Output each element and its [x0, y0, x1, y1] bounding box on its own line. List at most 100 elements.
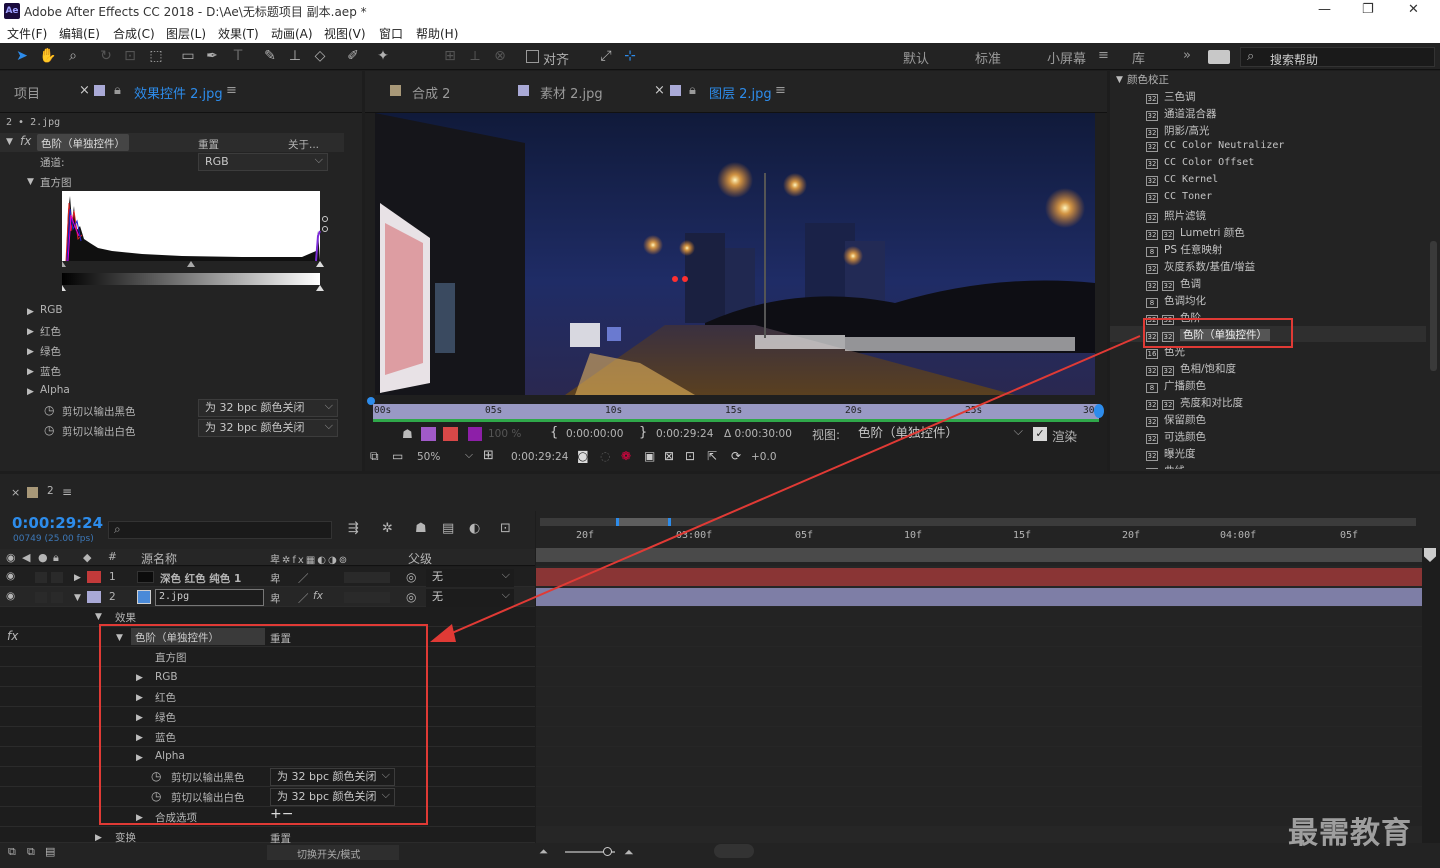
- effect-item[interactable]: 32 CC Toner: [1146, 191, 1212, 203]
- switch-boxes[interactable]: [344, 572, 390, 583]
- motion-blur-icon[interactable]: ◐: [469, 521, 480, 536]
- red-expand-icon[interactable]: ▶: [27, 327, 34, 337]
- effect-item[interactable]: 8 PS 任意映射: [1146, 242, 1222, 257]
- layer-name[interactable]: 深色 红色 纯色 1: [160, 571, 241, 586]
- transparency-grid-icon[interactable]: ⊠: [664, 449, 674, 463]
- effect-item[interactable]: 8 广播颜色: [1146, 378, 1206, 393]
- fx-icon[interactable]: fx: [20, 134, 31, 148]
- maximize-icon[interactable]: ❐: [1362, 2, 1374, 17]
- rectangle-tool-icon[interactable]: ▭: [178, 46, 198, 66]
- tab-project[interactable]: 项目: [14, 83, 40, 102]
- menu-effect[interactable]: 效果(T): [218, 25, 259, 42]
- toggle-switches-modes-button[interactable]: 切换开关/模式: [267, 845, 399, 861]
- transform-expand-icon[interactable]: ▶: [95, 833, 102, 843]
- panel-menu-icon[interactable]: ≡: [775, 83, 786, 98]
- fx-switch-icon[interactable]: fx: [313, 590, 323, 602]
- snapshot-region-icon[interactable]: ⧉: [370, 449, 379, 464]
- type-tool-icon[interactable]: T: [228, 46, 248, 66]
- puppet-pin-tool-icon[interactable]: ✦: [373, 46, 393, 66]
- effect-item[interactable]: 8 色调均化: [1146, 293, 1206, 308]
- menu-file[interactable]: 文件(F): [7, 25, 47, 42]
- roto-brush-tool-icon[interactable]: ✐: [343, 46, 363, 66]
- toggle-modes-icon[interactable]: ⧉: [27, 845, 35, 859]
- keyboard-icon[interactable]: [1208, 50, 1230, 64]
- workspace-standard[interactable]: 标准: [975, 48, 1001, 67]
- shy-icon[interactable]: ☗: [415, 521, 427, 536]
- region-icon[interactable]: ▣: [644, 449, 655, 463]
- effect-item[interactable]: 32 曝光度: [1146, 446, 1196, 461]
- close-tab-icon[interactable]: ×: [654, 83, 665, 98]
- show-snapshot-icon[interactable]: ◌: [600, 449, 610, 463]
- close-icon[interactable]: ✕: [1408, 2, 1419, 17]
- layer-label-color[interactable]: [87, 571, 101, 583]
- solo-toggle[interactable]: [35, 572, 47, 583]
- tab-effect-controls[interactable]: 效果控件 2.jpg: [134, 83, 223, 102]
- zoom-slider-handle[interactable]: [603, 847, 612, 856]
- effect-item[interactable]: 32 曲线: [1146, 463, 1185, 469]
- pick-whip-icon[interactable]: ◎: [406, 590, 416, 604]
- flowchart-icon[interactable]: ⇱: [707, 449, 717, 463]
- tab-footage[interactable]: 素材 2.jpg: [540, 83, 603, 102]
- camera-tool-icon[interactable]: ⊡: [120, 46, 140, 66]
- workspace-menu-icon[interactable]: ≡: [1098, 48, 1109, 63]
- align-icon[interactable]: ⊞: [440, 46, 460, 66]
- effect-item[interactable]: 32 阴影/高光: [1146, 123, 1210, 138]
- scrollbar[interactable]: [1430, 241, 1437, 371]
- parent-dropdown[interactable]: 无: [426, 587, 514, 607]
- parent-dropdown[interactable]: 无: [426, 567, 514, 587]
- menu-animation[interactable]: 动画(A): [271, 25, 313, 42]
- workspace-default[interactable]: 默认: [903, 48, 929, 67]
- motion-icon[interactable]: [443, 427, 458, 441]
- effect-item[interactable]: 32 三色调: [1146, 89, 1196, 104]
- stopwatch-icon[interactable]: ◷: [44, 423, 54, 437]
- axis-icon[interactable]: ⟂: [465, 46, 485, 66]
- clip-black-dropdown[interactable]: 为 32 bpc 颜色关闭: [198, 398, 338, 417]
- channel-dropdown[interactable]: RGB: [198, 152, 328, 171]
- snap-checkbox[interactable]: [526, 50, 539, 63]
- menu-edit[interactable]: 编辑(E): [59, 25, 100, 42]
- green-expand-icon[interactable]: ▶: [27, 347, 34, 357]
- visibility-icon[interactable]: ◉: [6, 590, 15, 602]
- resolution-icon[interactable]: ⊞: [483, 448, 494, 463]
- parent-header[interactable]: 父级: [408, 550, 432, 567]
- playhead-handle[interactable]: [1094, 404, 1104, 418]
- snap-target-icon[interactable]: ⊹: [620, 46, 640, 66]
- close-tab-icon[interactable]: ×: [79, 83, 90, 98]
- effect-item[interactable]: 32 保留颜色: [1146, 412, 1206, 427]
- effect-item[interactable]: 32 灰度系数/基值/增益: [1146, 259, 1255, 274]
- horizontal-scrollbar[interactable]: [714, 844, 754, 858]
- effect-item[interactable]: 32 照片滤镜: [1146, 208, 1206, 223]
- fx-icon[interactable]: fx: [7, 629, 18, 643]
- help-search-input[interactable]: ⌕ 搜索帮助: [1240, 47, 1435, 67]
- reset-link[interactable]: 重置: [198, 137, 219, 152]
- clip-white-dropdown[interactable]: 为 32 bpc 颜色关闭: [198, 418, 338, 437]
- shy-switch-icon[interactable]: 卑: [270, 571, 281, 586]
- quality-switch-icon[interactable]: ／: [298, 591, 309, 606]
- effect-item[interactable]: 32 CC Kernel: [1146, 174, 1218, 186]
- draft-3d-icon[interactable]: ✲: [382, 521, 393, 536]
- solo-toggle[interactable]: [35, 592, 47, 603]
- alpha-expand-icon[interactable]: ▶: [27, 387, 34, 397]
- pen-tool-icon[interactable]: ✒: [202, 46, 222, 66]
- switch-boxes[interactable]: [344, 592, 390, 603]
- effect-item[interactable]: 32 CC Color Neutralizer: [1146, 140, 1284, 152]
- lock-icon[interactable]: 🔒︎: [114, 83, 121, 98]
- tab-comp[interactable]: 2: [47, 485, 54, 497]
- graph-editor-icon[interactable]: ⊡: [500, 521, 511, 536]
- category-toggle-icon[interactable]: ▼: [1116, 75, 1123, 85]
- effect-item[interactable]: 32 32 色调: [1146, 276, 1201, 291]
- effect-item[interactable]: 32 可选颜色: [1146, 429, 1206, 444]
- histogram-toggle-icon[interactable]: ▼: [27, 177, 34, 187]
- workspace-library[interactable]: 库: [1132, 48, 1145, 67]
- effect-item[interactable]: 32 32 Lumetri 颜色: [1146, 225, 1245, 240]
- zoom-in-icon[interactable]: ⏶: [624, 845, 634, 860]
- brush-tool-icon[interactable]: ✎: [260, 46, 280, 66]
- layer-search-input[interactable]: ⌕: [108, 521, 332, 539]
- work-area-navigator[interactable]: [540, 518, 1416, 526]
- menu-window[interactable]: 窗口: [379, 25, 403, 42]
- out-time[interactable]: 0:00:29:24: [656, 428, 713, 440]
- zoom-tool-icon[interactable]: ⌕: [63, 46, 83, 66]
- monitor-icon[interactable]: ▭: [392, 449, 403, 463]
- source-name-header[interactable]: 源名称: [141, 550, 177, 567]
- effect-item[interactable]: 32 32 色相/饱和度: [1146, 361, 1236, 376]
